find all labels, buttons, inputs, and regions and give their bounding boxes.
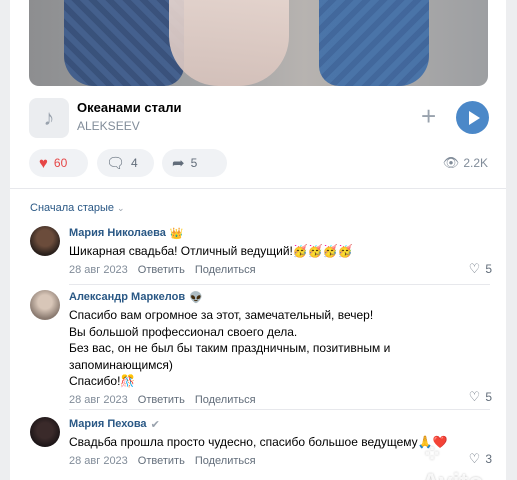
- comment-author[interactable]: Александр Маркелов 👽: [69, 290, 489, 304]
- comment-author[interactable]: Мария Пехова ✔: [69, 417, 489, 431]
- photo-figure-groom: [64, 0, 184, 86]
- comment-text-line: Шикарная свадьба! Отличный ведущий!🥳🥳🥳🥳: [69, 244, 353, 258]
- views-count: 2.2K: [463, 156, 488, 170]
- comment-count: 4: [131, 156, 138, 170]
- play-icon[interactable]: [456, 101, 489, 134]
- alien-icon: 👽: [189, 291, 203, 304]
- comment-icon: 🗨: [106, 155, 126, 172]
- music-note-icon: ♪: [29, 98, 69, 138]
- avatar[interactable]: [30, 226, 60, 256]
- share-icon: ➦: [172, 155, 185, 172]
- reply-button[interactable]: Ответить: [138, 264, 185, 276]
- watermark-text: Avito: [422, 469, 484, 480]
- heart-outline-icon: ♡: [468, 389, 481, 404]
- audio-track[interactable]: ♪ Океанами стали ALEKSEEV +: [29, 97, 489, 139]
- comment-like-button[interactable]: ♡ 5: [469, 389, 492, 405]
- comment-like-button[interactable]: ♡ 5: [469, 261, 492, 277]
- comment-meta: 28 авг 2023 Ответить Поделиться: [69, 263, 489, 277]
- verified-icon: ✔: [150, 418, 160, 431]
- avito-logo-icon: ⁘: [422, 441, 443, 468]
- avito-watermark: ⁘Avito: [422, 440, 506, 480]
- post-actions: ♥ 60 🗨 4 ➦ 5 👁 2.2K: [29, 149, 488, 177]
- eye-icon: 👁: [442, 155, 460, 170]
- comment-meta: 28 авг 2023 Ответить Поделиться: [69, 393, 489, 407]
- track-title[interactable]: Океанами стали: [77, 100, 181, 115]
- comment-text: Шикарная свадьба! Отличный ведущий!🥳🥳🥳🥳: [69, 243, 489, 260]
- comment-body: Мария Николаева 👑 Шикарная свадьба! Отли…: [69, 226, 489, 277]
- comment-like-count: 5: [485, 262, 492, 276]
- comment-text-line: запоминающимся): [69, 357, 173, 372]
- comment-item: Мария Пехова ✔ Свадьба прошла просто чуд…: [30, 417, 492, 477]
- post-photo[interactable]: [29, 0, 488, 86]
- author-name[interactable]: Александр Маркелов: [69, 291, 185, 303]
- crown-icon: 👑: [169, 227, 184, 240]
- author-name[interactable]: Мария Пехова: [69, 418, 147, 430]
- track-artist[interactable]: ALEKSEEV: [77, 119, 140, 133]
- heart-outline-icon: ♡: [468, 261, 481, 276]
- comment-author[interactable]: Мария Николаева 👑: [69, 226, 489, 240]
- like-button[interactable]: ♥ 60: [29, 149, 88, 177]
- chevron-down-icon: ⌄: [117, 203, 125, 213]
- comment-text-line: Вы большой профессионал своего дела.: [69, 324, 298, 339]
- avatar[interactable]: [30, 417, 60, 447]
- comment-date[interactable]: 28 авг 2023: [69, 264, 128, 276]
- plus-icon[interactable]: +: [421, 101, 436, 131]
- comment-text-line: Спасибо вам огромное за этот, замечатель…: [69, 308, 374, 322]
- share-count: 5: [190, 156, 198, 170]
- author-name[interactable]: Мария Николаева: [69, 227, 166, 239]
- share-comment-button[interactable]: Поделиться: [195, 455, 256, 467]
- avatar[interactable]: [30, 290, 60, 320]
- heart-icon: ♥: [39, 154, 48, 172]
- photo-figure-bride: [169, 0, 289, 86]
- sort-label: Сначала старые: [30, 202, 115, 214]
- photo-figure-guest: [319, 0, 429, 86]
- comment-body: Александр Маркелов 👽 Спасибо вам огромно…: [69, 290, 489, 407]
- share-comment-button[interactable]: Поделиться: [195, 264, 256, 276]
- comment-button[interactable]: 🗨 4: [97, 149, 154, 177]
- comment-item: Мария Николаева 👑 Шикарная свадьба! Отли…: [30, 226, 492, 278]
- divider: [10, 188, 506, 189]
- post-card: ♪ Океанами стали ALEKSEEV + ♥ 60 🗨 4 ➦ 5…: [10, 0, 506, 480]
- divider: [69, 284, 490, 285]
- share-comment-button[interactable]: Поделиться: [195, 394, 256, 406]
- comment-like-count: 5: [485, 390, 492, 404]
- comment-date[interactable]: 28 авг 2023: [69, 455, 128, 467]
- reply-button[interactable]: Ответить: [138, 455, 185, 467]
- share-button[interactable]: ➦ 5: [162, 149, 227, 177]
- comment-text-line: Без вас, он не был бы таким праздничным,…: [69, 341, 391, 355]
- like-count: 60: [53, 156, 68, 170]
- reply-button[interactable]: Ответить: [138, 394, 185, 406]
- comment-date[interactable]: 28 авг 2023: [69, 394, 128, 406]
- comment-text: Спасибо вам огромное за этот, замечатель…: [69, 307, 489, 390]
- comment-text-line: Спасибо!🎊: [69, 374, 136, 388]
- comments-sort-dropdown[interactable]: Сначала старые ⌄: [30, 202, 125, 214]
- views-counter: 👁 2.2K: [443, 155, 488, 171]
- divider: [69, 409, 490, 410]
- comment-item: Александр Маркелов 👽 Спасибо вам огромно…: [30, 290, 492, 408]
